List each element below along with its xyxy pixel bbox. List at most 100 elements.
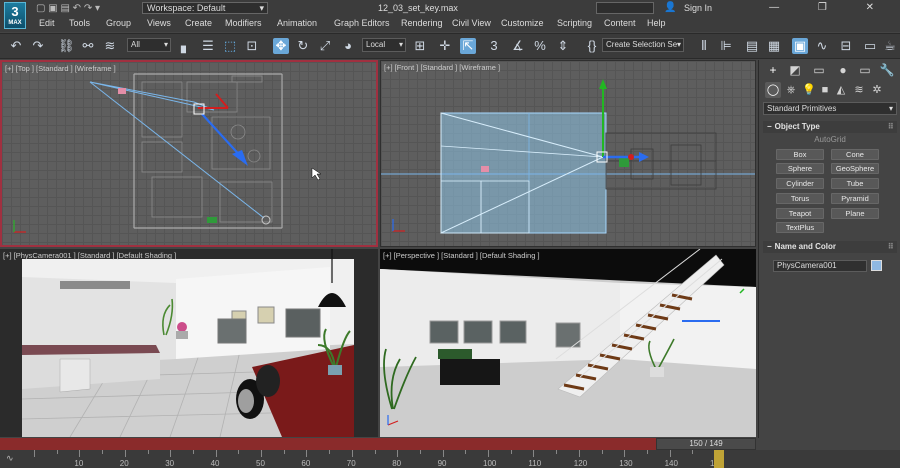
menu-rendering[interactable]: Rendering — [401, 18, 443, 28]
object-color-swatch[interactable] — [871, 260, 882, 271]
track-bar-tick-label: 40 — [210, 459, 220, 468]
named-selection-set-dropdown[interactable]: Create Selection Se — [602, 38, 684, 52]
shapes-category-icon[interactable]: ⎈ — [783, 82, 799, 98]
display-tab-icon[interactable]: ▭ — [857, 62, 873, 78]
percent-snap-icon[interactable]: % — [532, 38, 548, 54]
select-move-icon[interactable]: ✥ — [273, 38, 289, 54]
menu-animation[interactable]: Animation — [277, 18, 317, 28]
mirror-icon[interactable]: ⫴ — [696, 38, 712, 54]
curve-editor-icon[interactable]: ∿ — [814, 38, 830, 54]
angle-snap-icon[interactable]: ∡ — [510, 38, 526, 54]
selection-filter-dropdown[interactable]: All — [127, 38, 171, 52]
motion-tab-icon[interactable]: ● — [835, 62, 851, 78]
lights-category-icon[interactable]: 💡 — [801, 82, 817, 98]
viewport-label[interactable]: [+] [Top ] [Standard ] [Wireframe ] — [5, 64, 116, 73]
sign-in-button[interactable]: Sign In — [684, 3, 712, 13]
geometry-category-icon[interactable]: ◯ — [765, 82, 781, 98]
pyramid-button[interactable]: Pyramid — [831, 193, 879, 204]
menu-help[interactable]: Help — [647, 18, 666, 28]
menu-edit[interactable]: Edit — [39, 18, 55, 28]
select-scale-icon[interactable]: ⤢ — [317, 38, 333, 54]
space-warps-category-icon[interactable]: ≋ — [851, 82, 867, 98]
hierarchy-tab-icon[interactable]: ▭ — [811, 62, 827, 78]
search-input[interactable] — [596, 2, 654, 14]
primitive-type-dropdown[interactable]: Standard Primitives — [763, 102, 897, 115]
menu-tools[interactable]: Tools — [69, 18, 90, 28]
menu-graph-editors[interactable]: Graph Editors — [334, 18, 390, 28]
unlink-icon[interactable]: ⚯ — [80, 38, 96, 54]
menu-views[interactable]: Views — [147, 18, 171, 28]
align-icon[interactable]: ⊫ — [718, 38, 734, 54]
name-and-color-rollout-header[interactable]: − Name and Color ⠿ — [763, 241, 897, 253]
window-controls[interactable]: — ❐ ✕ — [769, 2, 892, 13]
track-bar-tick-label: 50 — [256, 459, 265, 468]
menu-customize[interactable]: Customize — [501, 18, 544, 28]
select-manipulate-icon[interactable]: ✛ — [437, 38, 453, 54]
place-icon[interactable]: ◕ — [340, 38, 356, 54]
quick-access-toolbar[interactable]: ▢ ▣ ▤ ↶ ↷ ▾ — [36, 3, 100, 14]
menu-civil-view[interactable]: Civil View — [452, 18, 491, 28]
window-crossing-icon[interactable]: ⊡ — [244, 38, 260, 54]
sphere-button[interactable]: Sphere — [776, 163, 824, 174]
menu-group[interactable]: Group — [106, 18, 131, 28]
autogrid-checkbox[interactable]: AutoGrid — [759, 135, 900, 144]
workspace-dropdown[interactable]: Workspace: Default — [142, 2, 268, 14]
mini-curve-editor-icon[interactable]: ∿ — [6, 453, 14, 464]
redo-icon[interactable]: ↷ — [30, 38, 46, 54]
object-type-rollout-header[interactable]: − Object Type ⠿ — [763, 121, 897, 133]
track-bar-tick — [578, 450, 580, 457]
textplus-button[interactable]: TextPlus — [776, 222, 824, 233]
systems-category-icon[interactable]: ✲ — [869, 82, 885, 98]
helpers-category-icon[interactable]: ◭ — [833, 82, 849, 98]
app-logo[interactable]: 3 MAX — [4, 2, 26, 29]
select-object-icon[interactable]: ▖ — [178, 38, 194, 54]
undo-icon[interactable]: ↶ — [8, 38, 24, 54]
render-production-icon[interactable]: ☕ — [882, 38, 898, 54]
select-rotate-icon[interactable]: ↻ — [295, 38, 311, 54]
create-tab-icon[interactable]: + — [765, 62, 781, 78]
spinner-snap-icon[interactable]: ⇕ — [555, 38, 571, 54]
plane-button[interactable]: Plane — [831, 208, 879, 219]
track-bar-tick — [238, 450, 240, 454]
ribbon-toggle-icon[interactable]: ▣ — [792, 38, 808, 54]
modify-tab-icon[interactable]: ◩ — [787, 62, 803, 78]
viewport-label[interactable]: [+] [Front ] [Standard ] [Wireframe ] — [384, 63, 500, 72]
track-bar[interactable]: ∿ 102030405060708090100110120130140150 — [0, 450, 900, 468]
scene-explorer-icon[interactable]: ▤ — [744, 38, 760, 54]
rectangular-selection-icon[interactable]: ⬚ — [222, 38, 238, 54]
viewport-front[interactable]: [+] [Front ] [Standard ] [Wireframe ] — [380, 60, 756, 247]
pivot-center-icon[interactable]: ⊞ — [412, 38, 428, 54]
render-setup-icon[interactable]: ⊟ — [838, 38, 854, 54]
viewport-top[interactable]: [+] [Top ] [Standard ] [Wireframe ] — [0, 60, 378, 247]
bind-space-warp-icon[interactable]: ≋ — [102, 38, 118, 54]
menu-modifiers[interactable]: Modifiers — [225, 18, 262, 28]
object-name-field[interactable]: PhysCamera001 — [773, 260, 867, 272]
time-slider-thumb[interactable]: 150 / 149 — [656, 438, 756, 450]
viewport-perspective[interactable]: [+] [Perspective ] [Standard ] [Default … — [380, 249, 756, 437]
menu-scripting[interactable]: Scripting — [557, 18, 592, 28]
tube-button[interactable]: Tube — [831, 178, 879, 189]
cameras-category-icon[interactable]: ■ — [817, 82, 833, 98]
viewport-label[interactable]: [+] [PhysCamera001 ] [Standard ] [Defaul… — [3, 251, 176, 260]
geosphere-button[interactable]: GeoSphere — [831, 163, 879, 174]
select-by-name-icon[interactable]: ☰ — [200, 38, 216, 54]
torus-button[interactable]: Torus — [776, 193, 824, 204]
edit-named-selection-icon[interactable]: {} — [584, 38, 600, 54]
keyboard-shortcut-override-icon[interactable]: ⇱ — [460, 38, 476, 54]
cylinder-button[interactable]: Cylinder — [776, 178, 824, 189]
box-button[interactable]: Box — [776, 149, 824, 160]
cone-button[interactable]: Cone — [831, 149, 879, 160]
time-slider[interactable] — [0, 438, 756, 450]
track-bar-tick-label: 140 — [664, 459, 678, 468]
menu-create[interactable]: Create — [185, 18, 212, 28]
viewport-camera[interactable]: [+] [PhysCamera001 ] [Standard ] [Defaul… — [0, 249, 378, 437]
rendered-frame-window-icon[interactable]: ▭ — [862, 38, 878, 54]
menu-content[interactable]: Content — [604, 18, 636, 28]
utilities-tab-icon[interactable]: 🔧 — [879, 62, 895, 78]
link-icon[interactable]: ⛓ — [58, 38, 75, 54]
viewport-label[interactable]: [+] [Perspective ] [Standard ] [Default … — [383, 251, 540, 260]
layer-explorer-icon[interactable]: ▦ — [766, 38, 782, 54]
teapot-button[interactable]: Teapot — [776, 208, 824, 219]
snaps-toggle-icon[interactable]: 3 — [486, 38, 502, 54]
reference-coordinate-dropdown[interactable]: Local — [362, 38, 406, 52]
